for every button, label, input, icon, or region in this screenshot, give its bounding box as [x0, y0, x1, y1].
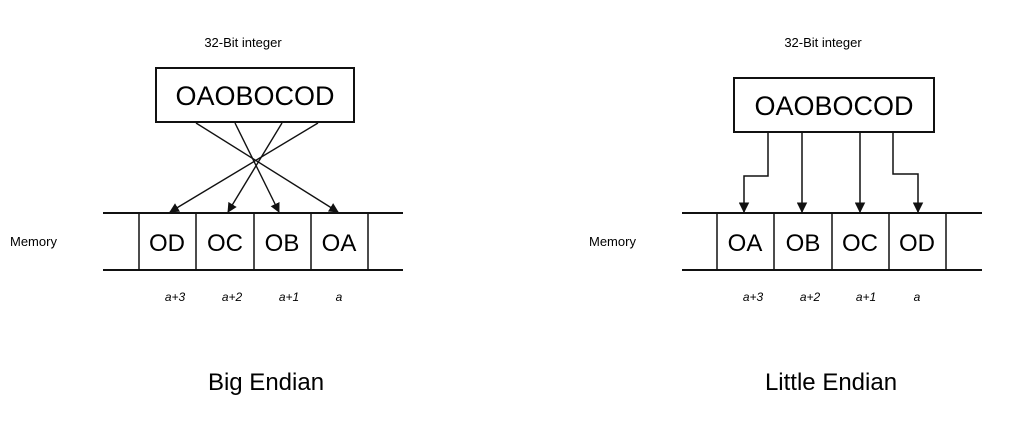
big-endian-header: 32-Bit integer	[204, 35, 282, 50]
little-endian-address: a+3	[743, 290, 764, 304]
big-endian-cell: OA	[322, 230, 357, 257]
little-endian-address: a	[914, 290, 921, 304]
little-endian-cell: OD	[899, 230, 935, 257]
little-endian-cell: OA	[728, 230, 763, 257]
big-endian-address: a+2	[222, 290, 243, 304]
big-endian-cell: OD	[149, 230, 185, 257]
big-endian-panel: 32-Bit integer OAOBOCOD Memory OD OC OB …	[10, 35, 403, 396]
little-endian-arrow-od	[892, 133, 924, 214]
little-endian-panel: 32-Bit integer OAOBOCOD Memory OA OB OC …	[589, 35, 982, 396]
big-endian-arrow-od	[169, 122, 319, 213]
big-endian-caption: Big Endian	[208, 369, 324, 396]
big-endian-address: a+1	[279, 290, 299, 304]
big-endian-address: a	[336, 290, 343, 304]
little-endian-caption: Little Endian	[765, 369, 897, 396]
endianness-diagram: 32-Bit integer OAOBOCOD Memory OD OC OB …	[10, 35, 982, 396]
little-endian-address: a+2	[800, 290, 821, 304]
little-endian-integer-value: OAOBOCOD	[754, 91, 913, 121]
little-endian-address: a+1	[856, 290, 876, 304]
big-endian-cell: OC	[207, 230, 243, 257]
little-endian-cell: OC	[842, 230, 878, 257]
big-endian-arrow-oa	[195, 122, 339, 213]
little-endian-arrow-oa	[738, 133, 769, 214]
big-endian-integer-value: OAOBOCOD	[175, 81, 334, 111]
big-endian-memory-label: Memory	[10, 234, 57, 249]
big-endian-arrow-ob	[234, 122, 280, 213]
big-endian-arrow-oc	[227, 122, 283, 213]
little-endian-header: 32-Bit integer	[784, 35, 862, 50]
little-endian-cell: OB	[786, 230, 821, 257]
big-endian-cell: OB	[265, 230, 300, 257]
big-endian-address: a+3	[165, 290, 186, 304]
little-endian-memory-label: Memory	[589, 234, 636, 249]
